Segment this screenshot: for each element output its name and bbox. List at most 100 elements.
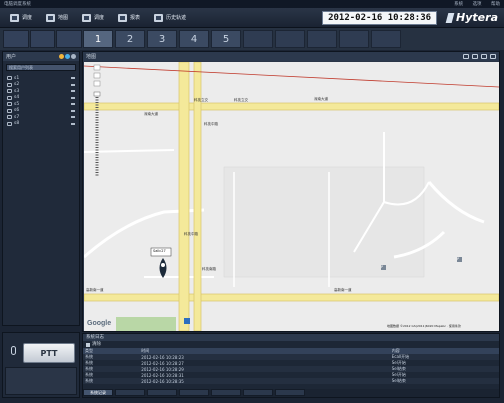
map-copyright: 地图数据 ©2012 GS(2011)6020 Mapabc · 使用条款 (387, 324, 461, 328)
log-tab[interactable] (211, 389, 241, 396)
menu-item-system[interactable]: 系统 (454, 2, 463, 7)
user-list-item[interactable]: s5 (7, 101, 75, 108)
view-tab-2[interactable]: 2 (115, 30, 145, 48)
radio-user-icon (7, 89, 12, 94)
map-svg (84, 62, 499, 331)
view-bar-controls (3, 30, 83, 48)
dispatch-icon (82, 13, 92, 22)
report-icon (118, 13, 128, 22)
user-list-item[interactable]: s3 (7, 88, 75, 95)
view-control-2[interactable] (29, 30, 56, 48)
signal-icon (71, 83, 75, 86)
log-tab[interactable] (179, 389, 209, 396)
menu-item-options[interactable]: 选项 (473, 2, 482, 7)
user-list-item[interactable]: s1 (7, 75, 75, 82)
user-panel-header: 用户 (3, 52, 79, 61)
marker-label: Sallc27 (153, 249, 166, 253)
view-tab-1[interactable]: 1 (83, 30, 113, 48)
radio-user-icon (7, 95, 12, 100)
log-panel: 系统日志 清除 类型 时间 内容 系统 2012-02-16 10:28:23 Ec… (82, 333, 500, 398)
log-tab[interactable] (243, 389, 273, 396)
datetime-display: 2012-02-16 10:28:36 (322, 10, 438, 25)
signal-icon (71, 116, 75, 119)
map-button[interactable]: 地图 (42, 11, 72, 25)
radio-user-icon (7, 76, 12, 81)
user-list-item[interactable]: s7 (7, 114, 75, 121)
clear-log-button[interactable]: 清除 (92, 341, 101, 348)
ptt-panel: PTT (2, 332, 80, 398)
map-settings-icon[interactable] (463, 54, 469, 59)
log-tab-bar: 系统记录 (83, 389, 499, 397)
radio-user-icon (7, 108, 12, 113)
road-label: 深南大道 (314, 97, 328, 101)
user-list-item[interactable]: s4 (7, 95, 75, 102)
view-control-1[interactable] (3, 30, 29, 48)
menu-item-help[interactable]: 帮助 (491, 2, 500, 7)
user-list-item[interactable]: s6 (7, 108, 75, 115)
user-name: s4 (14, 95, 20, 101)
status-online-icon[interactable] (59, 54, 64, 59)
view-tab-placeholders (243, 30, 403, 48)
map-panel: 地图 科技立交 科技立交 深南大道 深南大道 科技中路 高新南一道 高新南一道 … (82, 51, 500, 332)
ptt-button[interactable]: PTT (23, 343, 75, 363)
log-tab[interactable] (147, 389, 177, 396)
tab-system-log[interactable]: 系统记录 (83, 389, 113, 396)
radio-user-icon (7, 121, 12, 126)
view-control-3[interactable] (56, 30, 83, 48)
map-label: 地图 (58, 15, 69, 21)
map-zoom-icon[interactable] (481, 54, 487, 59)
google-logo: Google (87, 320, 112, 327)
road-label: 高新南一道 (334, 288, 352, 292)
view-tab-empty[interactable] (275, 30, 305, 48)
status-offline-icon[interactable] (71, 54, 76, 59)
view-tab-empty[interactable] (339, 30, 369, 48)
main-toolbar: 调度 地图 调度 报表 历史轨迹 2012-02-16 10:28:36 Hyt… (0, 8, 504, 28)
view-tab-4[interactable]: 4 (179, 30, 209, 48)
view-tab-3[interactable]: 3 (147, 30, 177, 48)
road-label: 科技中路 (204, 122, 218, 126)
log-tab[interactable] (275, 389, 305, 396)
signal-icon (71, 90, 75, 93)
road-label: 科技立交 (234, 98, 248, 102)
microphone-icon (11, 346, 16, 355)
table-row[interactable]: 系统 2012-02-16 10:28:35 Sel结束 (83, 378, 499, 384)
map-canvas[interactable]: 科技立交 科技立交 深南大道 深南大道 科技中路 高新南一道 高新南一道 科技中… (84, 62, 499, 331)
view-tab-5[interactable]: 5 (211, 30, 241, 48)
user-name: s6 (14, 108, 20, 114)
radio-user-icon (7, 82, 12, 87)
menu-bar: 系统 选项 帮助 (446, 1, 500, 7)
park-area (116, 317, 176, 331)
user-search-input[interactable]: 搜索用户列表 (6, 64, 76, 71)
report-button[interactable]: 报表 (114, 11, 144, 25)
user-panel-title: 用户 (6, 54, 17, 60)
view-bar: 1 2 3 4 5 (0, 28, 504, 50)
radio-user-icon (7, 102, 12, 107)
log-tab[interactable] (115, 389, 145, 396)
user-list-item[interactable]: s8 (7, 121, 75, 128)
poi-icon (184, 318, 190, 324)
status-busy-icon[interactable] (65, 54, 70, 59)
dispatch-button-2[interactable]: 调度 (78, 11, 108, 25)
log-toolbar: 清除 (83, 341, 499, 348)
view-tab-empty[interactable] (371, 30, 401, 48)
log-cell: Sel结束 (389, 378, 499, 384)
log-cell: 系统 (83, 378, 140, 384)
user-name: s5 (14, 101, 20, 107)
road-label: 科技中路 (184, 232, 198, 236)
view-tab-empty[interactable] (307, 30, 337, 48)
user-list: s1 s2 s3 s4 s5 s6 s7 s8 (3, 74, 79, 128)
dispatch-button[interactable]: 调度 (6, 11, 36, 25)
map-fullscreen-icon[interactable] (490, 54, 496, 59)
user-panel: 用户 搜索用户列表 s1 s2 s3 s4 s5 s6 s7 s8 (2, 51, 80, 326)
user-name: s8 (14, 121, 20, 127)
user-list-item[interactable]: s2 (7, 82, 75, 89)
history-track-button[interactable]: 历史轨迹 (150, 11, 190, 25)
view-tab-empty[interactable] (243, 30, 273, 48)
clear-icon[interactable] (86, 342, 90, 347)
road-label: 科技立交 (194, 98, 208, 102)
map-layers-icon[interactable] (472, 54, 478, 59)
radio-user-icon (7, 115, 12, 120)
signal-icon (71, 77, 75, 80)
title-bar: 电脑调度系统 系统 选项 帮助 (0, 0, 504, 8)
map-icon (46, 13, 56, 22)
